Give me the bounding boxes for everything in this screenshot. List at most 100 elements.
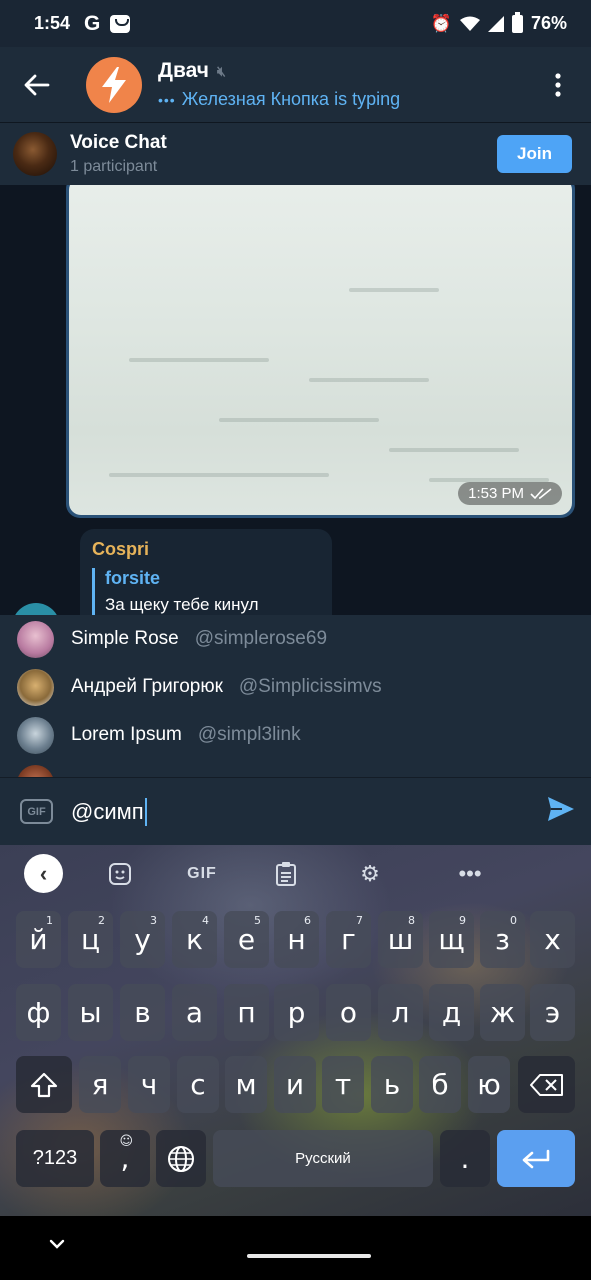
home-handle[interactable]	[247, 1254, 371, 1258]
chat-status: Железная Кнопка is typing	[181, 89, 401, 109]
key[interactable]: ц2	[68, 911, 113, 968]
language-key[interactable]	[156, 1130, 206, 1187]
keyboard-gif-icon[interactable]: GIF	[182, 859, 222, 889]
media-timestamp: 1:53 PM	[458, 482, 562, 505]
mention-suggestions: Simple Rose @simplerose69 Андрей Григорю…	[0, 615, 591, 777]
key[interactable]: д	[429, 984, 474, 1041]
key[interactable]: х	[530, 911, 575, 968]
key[interactable]: т	[322, 1056, 364, 1113]
message-author[interactable]: Cospri	[92, 539, 320, 560]
chevron-down-icon[interactable]	[48, 1238, 66, 1250]
voice-chat-bar[interactable]: Voice Chat 1 participant Join	[0, 122, 591, 185]
double-check-icon	[530, 487, 552, 499]
message-composer: GIF @симп	[0, 777, 591, 845]
shift-key[interactable]	[16, 1056, 72, 1113]
key[interactable]: а	[172, 984, 217, 1041]
key[interactable]: ш8	[378, 911, 423, 968]
key[interactable]: р	[274, 984, 319, 1041]
mention-name: Андрей Григорюк	[71, 676, 223, 697]
back-arrow-icon	[24, 74, 50, 95]
key[interactable]: щ9	[429, 911, 474, 968]
key[interactable]: и	[274, 1056, 316, 1113]
quoted-author: forsite	[105, 568, 161, 588]
key[interactable]: п	[224, 984, 269, 1041]
avatar	[17, 620, 54, 658]
key[interactable]: у3	[120, 911, 165, 968]
status-bar: 1:54 G ⏰ 76%	[0, 0, 591, 47]
chat-area[interactable]: 1:53 PM Cospri forsite За щеку тебе кину…	[0, 185, 591, 615]
key[interactable]: й1	[16, 911, 61, 968]
battery-percent: 76%	[530, 13, 567, 33]
avatar	[17, 764, 54, 777]
key[interactable]: ф	[16, 984, 61, 1041]
enter-key[interactable]	[497, 1130, 575, 1187]
emoji-icon: ☺	[119, 1134, 133, 1149]
mention-name: Simple Rose	[71, 628, 179, 649]
reply-quote[interactable]: forsite За щеку тебе кинул	[92, 568, 320, 615]
join-button[interactable]: Join	[497, 135, 572, 173]
sticker-icon[interactable]	[100, 859, 140, 889]
key[interactable]: ь	[371, 1056, 413, 1113]
battery-icon	[511, 11, 523, 33]
chat-info[interactable]: Двач 🔇︎ ••• Железная Кнопка is typing	[158, 59, 400, 110]
google-icon: G	[84, 11, 101, 35]
enter-icon	[522, 1149, 550, 1168]
key[interactable]: с	[177, 1056, 219, 1113]
bag-icon	[110, 14, 131, 33]
key[interactable]: б	[419, 1056, 461, 1113]
gif-icon[interactable]: GIF	[20, 799, 53, 824]
key[interactable]: о	[326, 984, 371, 1041]
key[interactable]: г7	[326, 911, 371, 968]
settings-gear-icon[interactable]: ⚙	[350, 859, 390, 889]
chat-title: Двач	[158, 59, 209, 82]
period-key[interactable]: .	[440, 1130, 490, 1187]
message-input[interactable]: @симп	[71, 797, 147, 826]
status-time: 1:54	[34, 13, 71, 33]
media-image[interactable]: 1:53 PM	[69, 185, 572, 515]
more-horizontal-icon[interactable]: •••	[450, 859, 490, 889]
back-button[interactable]	[0, 47, 74, 122]
key[interactable]: м	[225, 1056, 267, 1113]
backspace-key[interactable]	[518, 1056, 575, 1113]
key[interactable]: ч	[128, 1056, 170, 1113]
key[interactable]: ы	[68, 984, 113, 1041]
mention-name: Lorem Ipsum	[71, 724, 182, 745]
alarm-icon: ⏰	[430, 13, 452, 33]
avatar	[17, 716, 54, 754]
mute-icon: 🔇︎	[216, 62, 226, 79]
key[interactable]: я	[79, 1056, 121, 1113]
key[interactable]: ж	[480, 984, 525, 1041]
mention-username: @simplerose69	[194, 628, 328, 649]
mention-item-partial[interactable]	[0, 759, 591, 777]
navigation-bar	[0, 1216, 591, 1280]
mention-item[interactable]: Simple Rose @simplerose69	[0, 615, 591, 663]
key[interactable]: з0	[480, 911, 525, 968]
send-icon	[548, 797, 574, 821]
reply-message[interactable]: Cospri forsite За щеку тебе кинул	[80, 529, 332, 615]
sender-avatar[interactable]	[12, 603, 60, 615]
key[interactable]: в	[120, 984, 165, 1041]
mention-item[interactable]: Lorem Ipsum @simpl3link	[0, 711, 591, 759]
globe-icon	[168, 1145, 194, 1172]
key[interactable]: э	[530, 984, 575, 1041]
media-message[interactable]: 1:53 PM	[66, 185, 575, 518]
more-vertical-icon	[555, 72, 561, 97]
symbols-key[interactable]: ?123	[16, 1130, 94, 1187]
chat-header: Двач 🔇︎ ••• Железная Кнопка is typing	[0, 47, 591, 122]
mention-item[interactable]: Андрей Григорюк @Simplicissimvs	[0, 663, 591, 711]
key[interactable]: ю	[468, 1056, 510, 1113]
key[interactable]: к4	[172, 911, 217, 968]
key[interactable]: л	[378, 984, 423, 1041]
space-key[interactable]: Русский	[213, 1130, 433, 1187]
send-button[interactable]	[547, 796, 575, 827]
chat-avatar[interactable]	[86, 56, 142, 113]
keyboard-back-button[interactable]: ‹	[24, 854, 63, 893]
clipboard-icon[interactable]	[266, 859, 306, 889]
quoted-text: За щеку тебе кинул	[105, 595, 259, 614]
avatar	[17, 668, 54, 706]
comma-key[interactable]: , ☺	[100, 1130, 150, 1187]
more-options-button[interactable]	[525, 47, 591, 122]
key[interactable]: н6	[274, 911, 319, 968]
key[interactable]: е5	[224, 911, 269, 968]
mention-username: @simpl3link	[197, 724, 301, 745]
